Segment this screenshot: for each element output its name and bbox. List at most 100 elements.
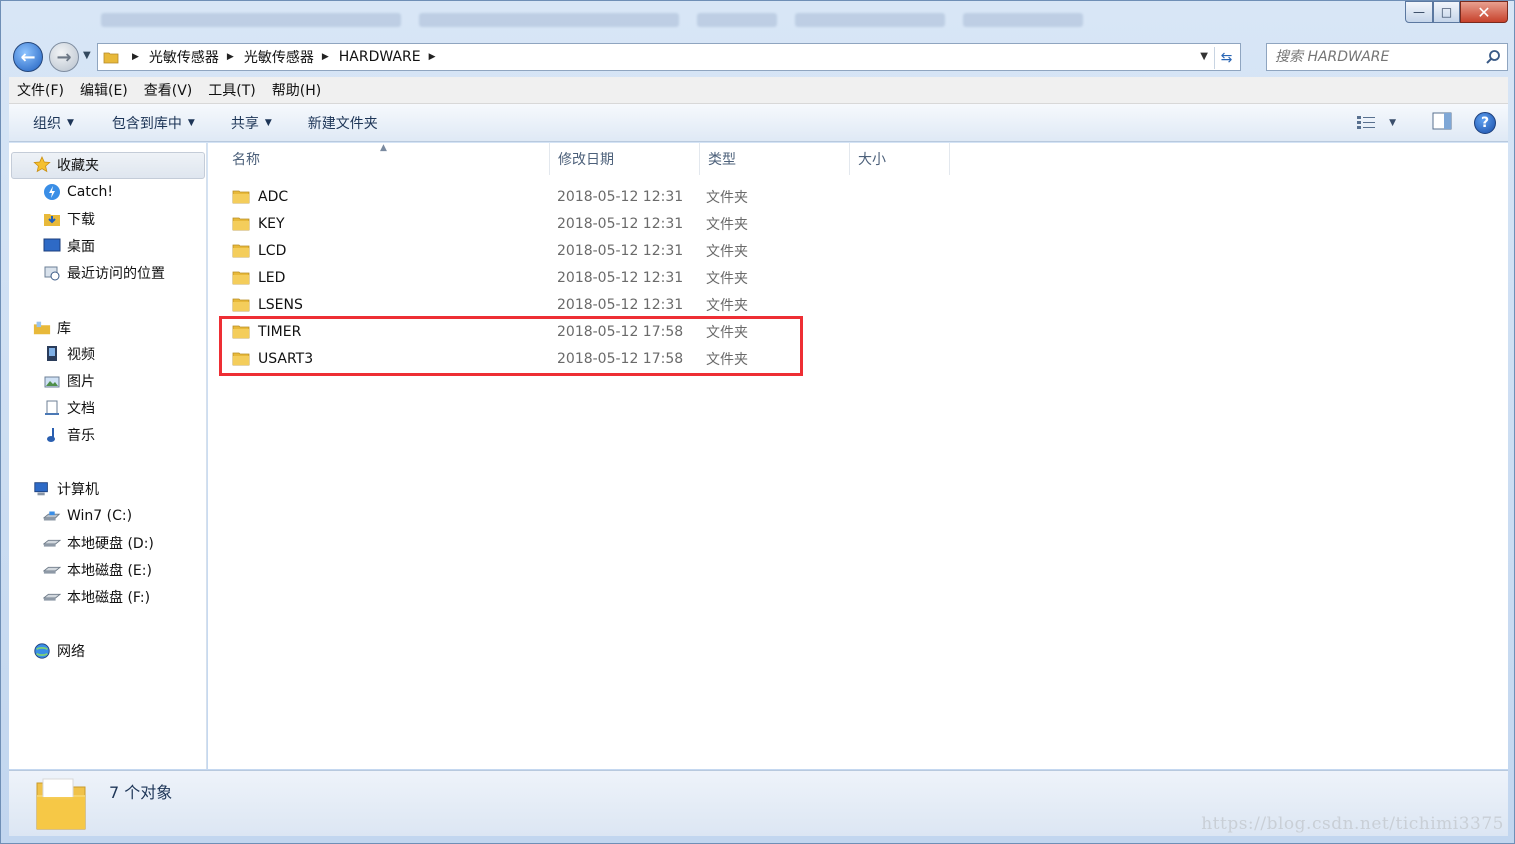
chevron-right-icon[interactable]: ▶ (227, 52, 234, 62)
nav-item-label: Catch! (67, 184, 114, 200)
nav-item-label: 图片 (67, 374, 95, 390)
nav-network[interactable]: 网络 (33, 639, 85, 663)
status-bar: 7 个对象 https://blog.csdn.net/tichimi3375 (9, 770, 1508, 836)
menu-help[interactable]: 帮助(H) (264, 80, 329, 100)
nav-item-recent[interactable]: 最近访问的位置 (43, 261, 165, 285)
chevron-down-icon[interactable]: ▼ (1389, 118, 1396, 128)
column-header-date[interactable]: 修改日期 (550, 143, 700, 175)
folder-icon (232, 241, 250, 263)
menu-edit[interactable]: 编辑(E) (72, 80, 136, 100)
nav-libraries-label: 库 (57, 321, 71, 337)
file-type: 文件夹 (706, 297, 748, 314)
file-name: ADC (258, 188, 289, 205)
address-dropdown-icon[interactable]: ▼ (1200, 51, 1208, 62)
nav-favorites-label: 收藏夹 (57, 158, 99, 174)
table-row[interactable]: ADC 2018-05-12 12:31 文件夹 (224, 183, 784, 210)
menu-tools[interactable]: 工具(T) (200, 80, 263, 100)
table-row[interactable]: KEY 2018-05-12 12:31 文件夹 (224, 210, 784, 237)
chevron-right-icon[interactable]: ▶ (429, 52, 436, 62)
file-name: KEY (258, 215, 285, 232)
nav-item-label: 视频 (67, 347, 95, 363)
nav-item-label: 下载 (67, 212, 95, 228)
search-input[interactable] (1275, 49, 1480, 65)
breadcrumb-label: 光敏传感器 (243, 50, 314, 66)
file-date: 2018-05-12 12:31 (557, 215, 684, 232)
back-button[interactable]: ← (13, 42, 43, 72)
folder-icon (98, 44, 124, 70)
hard-drive-icon (43, 534, 61, 552)
recent-places-icon (43, 264, 61, 282)
share-button[interactable]: 共享 ▼ (209, 113, 286, 133)
nav-item-drive-c[interactable]: Win7 (C:) (43, 504, 132, 528)
crumb-separator[interactable]: ▶ (124, 52, 149, 62)
column-header-type[interactable]: 类型 (700, 143, 850, 175)
nav-item-label: 最近访问的位置 (67, 266, 165, 282)
file-type: 文件夹 (706, 270, 748, 287)
menu-view[interactable]: 查看(V) (136, 80, 201, 100)
maximize-button[interactable]: □ (1433, 1, 1460, 23)
nav-item-label: 桌面 (67, 239, 95, 255)
search-box[interactable] (1266, 43, 1508, 71)
download-folder-icon (43, 210, 61, 228)
nav-item-pictures[interactable]: 图片 (43, 369, 95, 393)
help-icon[interactable]: ? (1474, 112, 1496, 134)
address-bar[interactable]: ▶ 光敏传感器 ▶ 光敏传感器 ▶ HARDWARE ▶ ▼ ⇆ (97, 43, 1241, 71)
new-folder-button[interactable]: 新建文件夹 (286, 113, 392, 133)
navigation-pane: 收藏夹 Catch! 下载 桌面 最近访问的位置 库 视频 图片 文档 音乐 计… (9, 143, 207, 769)
star-icon (33, 156, 51, 174)
menu-file[interactable]: 文件(F) (9, 80, 72, 100)
breadcrumb-item[interactable]: 光敏传感器 ▶ (244, 47, 339, 67)
breadcrumb-label: 光敏传感器 (148, 50, 219, 66)
item-count: 7 个对象 (109, 783, 173, 802)
nav-libraries[interactable]: 库 (33, 316, 71, 340)
column-header-label: 名称 (232, 152, 260, 168)
nav-item-downloads[interactable]: 下载 (43, 207, 95, 231)
nav-item-label: 文档 (67, 401, 95, 417)
share-label: 共享 (230, 115, 259, 132)
column-header-size[interactable]: 大小 (850, 143, 950, 175)
search-icon[interactable] (1485, 49, 1501, 69)
forward-button[interactable]: → (49, 42, 79, 72)
table-row[interactable]: LCD 2018-05-12 12:31 文件夹 (224, 237, 784, 264)
computer-icon (33, 480, 51, 498)
folder-icon (232, 214, 250, 236)
library-icon (33, 319, 51, 337)
catch-app-icon (43, 183, 61, 201)
nav-item-drive-e[interactable]: 本地磁盘 (E:) (43, 558, 152, 582)
nav-item-catch[interactable]: Catch! (43, 180, 113, 204)
nav-item-drive-d[interactable]: 本地硬盘 (D:) (43, 531, 154, 555)
refresh-icon[interactable]: ⇆ (1214, 47, 1238, 69)
column-header-name[interactable]: 名称 (224, 143, 550, 175)
close-button[interactable]: ✕ (1460, 1, 1508, 23)
table-row[interactable]: LSENS 2018-05-12 12:31 文件夹 (224, 291, 784, 318)
folder-icon (232, 187, 250, 209)
nav-item-documents[interactable]: 文档 (43, 396, 95, 420)
nav-item-videos[interactable]: 视频 (43, 342, 95, 366)
picture-icon (43, 372, 61, 390)
breadcrumb-item[interactable]: HARDWARE ▶ (339, 49, 446, 65)
minimize-button[interactable]: — (1405, 1, 1433, 23)
chevron-right-icon[interactable]: ▶ (322, 52, 329, 62)
file-name: LCD (258, 242, 287, 259)
table-row[interactable]: LED 2018-05-12 12:31 文件夹 (224, 264, 784, 291)
breadcrumb-label: HARDWARE (338, 49, 421, 65)
nav-item-drive-f[interactable]: 本地磁盘 (F:) (43, 585, 150, 609)
history-dropdown-icon[interactable]: ▼ (83, 50, 91, 61)
folder-icon (232, 268, 250, 290)
nav-computer-label: 计算机 (57, 482, 99, 498)
preview-pane-icon[interactable] (1432, 112, 1452, 134)
view-mode-icon[interactable]: ▼ (1357, 115, 1396, 131)
breadcrumb-item[interactable]: 光敏传感器 ▶ (149, 47, 244, 67)
file-date: 2018-05-12 12:31 (557, 269, 684, 286)
hard-drive-icon (43, 588, 61, 606)
nav-favorites[interactable]: 收藏夹 (33, 153, 99, 177)
include-library-button[interactable]: 包含到库中 ▼ (88, 113, 209, 133)
view-controls: ▼ ? (1357, 112, 1496, 134)
video-icon (43, 345, 61, 363)
nav-item-desktop[interactable]: 桌面 (43, 234, 95, 258)
network-icon (33, 642, 51, 660)
nav-item-label: Win7 (C:) (67, 508, 133, 524)
organize-button[interactable]: 组织 ▼ (9, 113, 88, 133)
nav-item-music[interactable]: 音乐 (43, 423, 95, 447)
nav-computer[interactable]: 计算机 (33, 477, 99, 501)
